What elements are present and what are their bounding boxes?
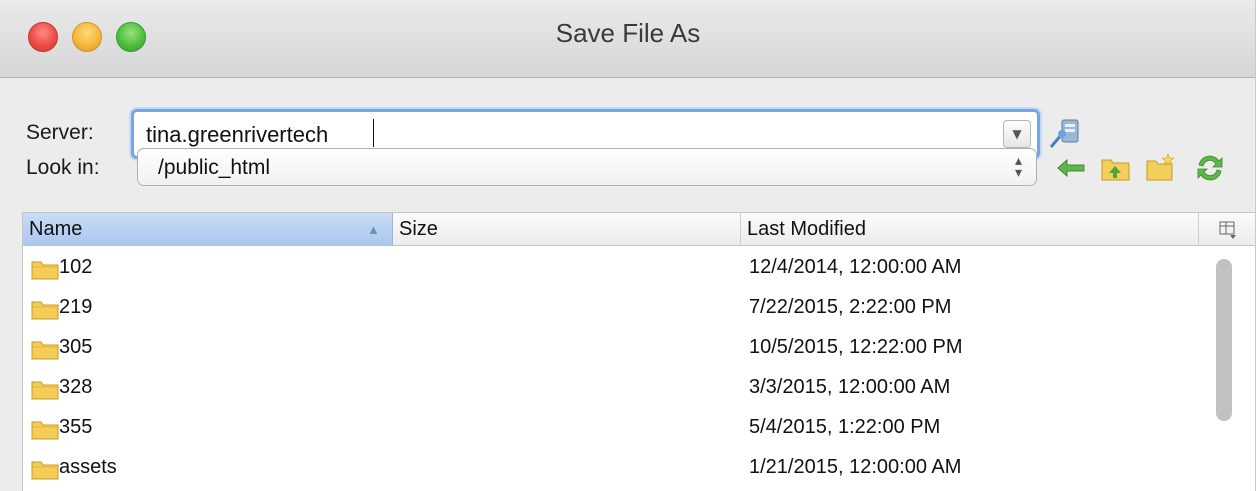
file-modified: 7/22/2015, 2:22:00 PM <box>749 296 952 318</box>
refresh-icon[interactable] <box>1193 151 1227 185</box>
up-folder-icon[interactable] <box>1099 151 1133 185</box>
chevron-down-icon: ▼ <box>1012 127 1022 141</box>
file-table: Name ▲ Size Last Modified 102 12/4/2014, … <box>22 212 1255 491</box>
file-modified: 3/3/2015, 12:00:00 AM <box>749 376 951 398</box>
updown-chevron-icon: ▴ ▾ <box>1014 153 1022 181</box>
table-row[interactable]: 305 10/5/2015, 12:22:00 PM <box>23 329 1223 369</box>
server-label: Server: <box>26 121 94 144</box>
file-name: 355 <box>59 416 93 438</box>
column-header-size[interactable]: Size <box>393 213 741 246</box>
new-folder-icon[interactable] <box>1144 151 1178 185</box>
file-modified: 5/4/2015, 1:22:00 PM <box>749 416 941 438</box>
vertical-scrollbar[interactable] <box>1216 259 1232 421</box>
table-row[interactable]: 355 5/4/2015, 1:22:00 PM <box>23 409 1223 449</box>
file-name: 328 <box>59 376 93 398</box>
lookin-label: Look in: <box>26 156 100 179</box>
back-arrow-icon[interactable] <box>1054 151 1088 185</box>
column-chooser-icon <box>1219 221 1236 239</box>
file-modified: 10/5/2015, 12:22:00 PM <box>749 336 963 358</box>
column-header-modified-label: Last Modified <box>747 218 866 240</box>
file-modified: 12/4/2014, 12:00:00 AM <box>749 256 962 278</box>
connect-icon[interactable] <box>1048 117 1082 151</box>
table-header: Name ▲ Size Last Modified <box>23 213 1255 246</box>
file-name: assets <box>59 456 117 478</box>
file-name: 305 <box>59 336 93 358</box>
title-bar: Save File As <box>0 0 1255 78</box>
server-dropdown-button[interactable]: ▼ <box>1003 120 1031 148</box>
column-header-size-label: Size <box>399 218 438 240</box>
sort-ascending-icon: ▲ <box>367 222 380 237</box>
lookin-value: /public_html <box>158 156 271 179</box>
folder-icon <box>31 338 59 360</box>
folder-icon <box>31 258 59 280</box>
text-caret <box>373 119 374 147</box>
window-title: Save File As <box>555 18 701 48</box>
lookin-select[interactable]: /public_html ▴ ▾ <box>137 148 1037 186</box>
server-input[interactable]: tina.greenrivertech <box>146 122 328 148</box>
table-row[interactable]: assets 1/21/2015, 12:00:00 AM <box>23 449 1223 489</box>
file-name: 102 <box>59 256 93 278</box>
column-header-name[interactable]: Name ▲ <box>23 213 393 246</box>
folder-icon <box>31 298 59 320</box>
folder-icon <box>31 418 59 440</box>
table-row[interactable]: 102 12/4/2014, 12:00:00 AM <box>23 249 1223 289</box>
folder-icon <box>31 458 59 480</box>
save-file-dialog: Save File As Server: tina.greenrivertech… <box>0 0 1256 491</box>
column-header-modified[interactable]: Last Modified <box>741 213 1199 246</box>
file-name: 219 <box>59 296 93 318</box>
table-row[interactable]: 219 7/22/2015, 2:22:00 PM <box>23 289 1223 329</box>
column-header-name-label: Name <box>29 218 83 240</box>
table-row[interactable]: 328 3/3/2015, 12:00:00 AM <box>23 369 1223 409</box>
folder-icon <box>31 378 59 400</box>
column-chooser-button[interactable] <box>1199 213 1255 246</box>
file-modified: 1/21/2015, 12:00:00 AM <box>749 456 962 478</box>
